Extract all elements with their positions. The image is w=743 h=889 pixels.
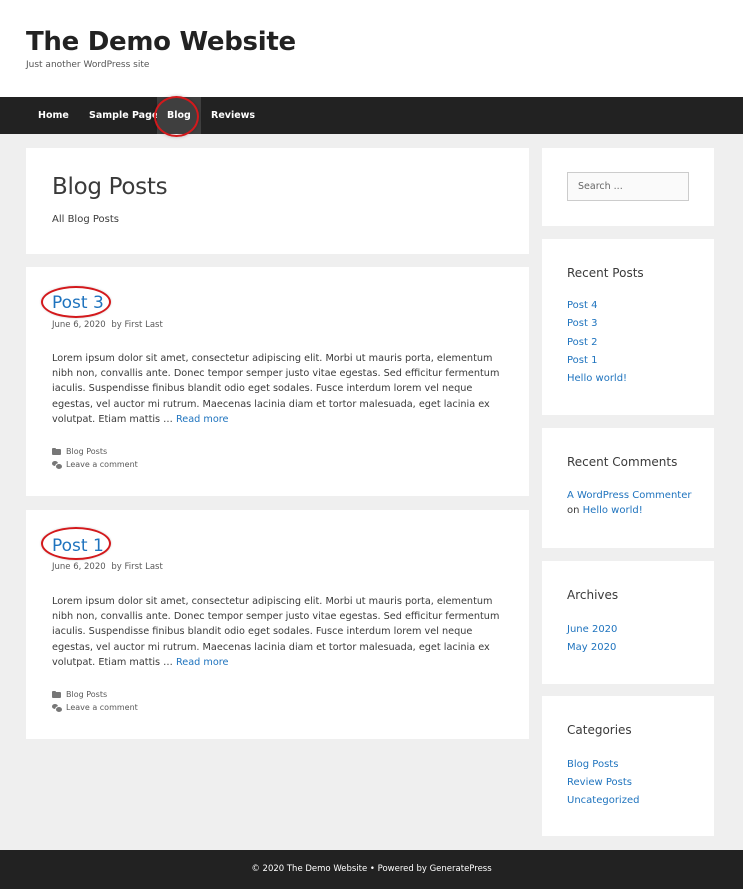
recent-comment-line: on Hello world! xyxy=(567,505,643,516)
read-more-link[interactable]: Read more xyxy=(176,414,229,425)
site-tagline: Just another WordPress site xyxy=(26,60,150,70)
archive-description: All Blog Posts xyxy=(52,214,119,225)
post-categories: Blog Posts xyxy=(52,447,107,456)
recent-post-link[interactable]: Post 4 xyxy=(567,300,597,311)
post-comments: Leave a comment xyxy=(52,703,138,713)
main-navigation: Home Sample Page Blog Reviews xyxy=(0,97,743,134)
site-title[interactable]: The Demo Website xyxy=(26,27,296,57)
post-excerpt-text: Lorem ipsum dolor sit amet, consectetur … xyxy=(52,596,500,668)
leave-comment-link[interactable]: Leave a comment xyxy=(66,703,138,712)
recent-post-link[interactable]: Post 3 xyxy=(567,318,597,329)
recent-post-link[interactable]: Post 1 xyxy=(567,355,597,366)
category-link[interactable]: Blog Posts xyxy=(567,759,618,770)
nav-item-reviews[interactable]: Reviews xyxy=(211,97,255,134)
recent-posts-widget: Recent Posts Post 4 Post 3 Post 2 Post 1… xyxy=(542,239,714,415)
nav-item-sample-page[interactable]: Sample Page xyxy=(89,97,158,134)
comment-author-link[interactable]: A WordPress Commenter xyxy=(567,490,691,501)
archive-link[interactable]: June 2020 xyxy=(567,624,617,635)
archive-link[interactable]: May 2020 xyxy=(567,642,616,653)
widget-title: Archives xyxy=(567,588,619,602)
post-meta: June 6, 2020 by First Last xyxy=(52,562,163,572)
post-excerpt: Lorem ipsum dolor sit amet, consectetur … xyxy=(52,594,504,670)
post-excerpt: Lorem ipsum dolor sit amet, consectetur … xyxy=(52,351,504,427)
post-meta: June 6, 2020 by First Last xyxy=(52,320,163,330)
site-header: The Demo Website Just another WordPress … xyxy=(0,0,743,97)
archives-widget: Archives June 2020 May 2020 xyxy=(542,561,714,684)
recent-post-link[interactable]: Post 2 xyxy=(567,337,597,348)
recent-comments-widget: Recent Comments A WordPress Commenter on… xyxy=(542,428,714,548)
category-link[interactable]: Uncategorized xyxy=(567,795,639,806)
annotation-circle-blog xyxy=(154,96,199,137)
footer-copyright: © 2020 The Demo Website • Powered by Gen… xyxy=(251,864,492,874)
post-excerpt-text: Lorem ipsum dolor sit amet, consectetur … xyxy=(52,353,500,425)
post-date-link[interactable]: June 6, 2020 xyxy=(52,320,106,330)
search-widget xyxy=(542,148,714,226)
post-author-link[interactable]: First Last xyxy=(125,562,163,572)
category-link[interactable]: Blog Posts xyxy=(66,690,107,699)
recent-post-link[interactable]: Hello world! xyxy=(567,373,627,384)
post-comments: Leave a comment xyxy=(52,460,138,470)
widget-title: Categories xyxy=(567,723,632,737)
page-title: Blog Posts xyxy=(52,174,168,200)
comment-on-text: on xyxy=(567,505,580,516)
comment-icon xyxy=(52,461,63,470)
widget-title: Recent Comments xyxy=(567,455,678,469)
site-footer: © 2020 The Demo Website • Powered by Gen… xyxy=(0,850,743,889)
annotation-circle-post-3 xyxy=(41,286,111,318)
post-author-link[interactable]: First Last xyxy=(125,320,163,330)
post-date-link[interactable]: June 6, 2020 xyxy=(52,562,106,572)
categories-widget: Categories Blog Posts Review Posts Uncat… xyxy=(542,696,714,836)
search-input[interactable] xyxy=(567,172,689,201)
annotation-circle-post-1 xyxy=(41,527,111,560)
folder-icon xyxy=(52,691,61,698)
folder-icon xyxy=(52,448,61,455)
read-more-link[interactable]: Read more xyxy=(176,657,229,668)
post-meta-by: by xyxy=(111,562,122,572)
comment-post-link[interactable]: Hello world! xyxy=(583,505,643,516)
post-categories: Blog Posts xyxy=(52,690,107,699)
widget-title: Recent Posts xyxy=(567,266,644,280)
comment-icon xyxy=(52,704,63,713)
post-meta-by: by xyxy=(111,320,122,330)
category-link[interactable]: Blog Posts xyxy=(66,447,107,456)
archive-header: Blog Posts All Blog Posts xyxy=(26,148,529,254)
category-link[interactable]: Review Posts xyxy=(567,777,632,788)
leave-comment-link[interactable]: Leave a comment xyxy=(66,460,138,469)
nav-item-home[interactable]: Home xyxy=(38,97,69,134)
